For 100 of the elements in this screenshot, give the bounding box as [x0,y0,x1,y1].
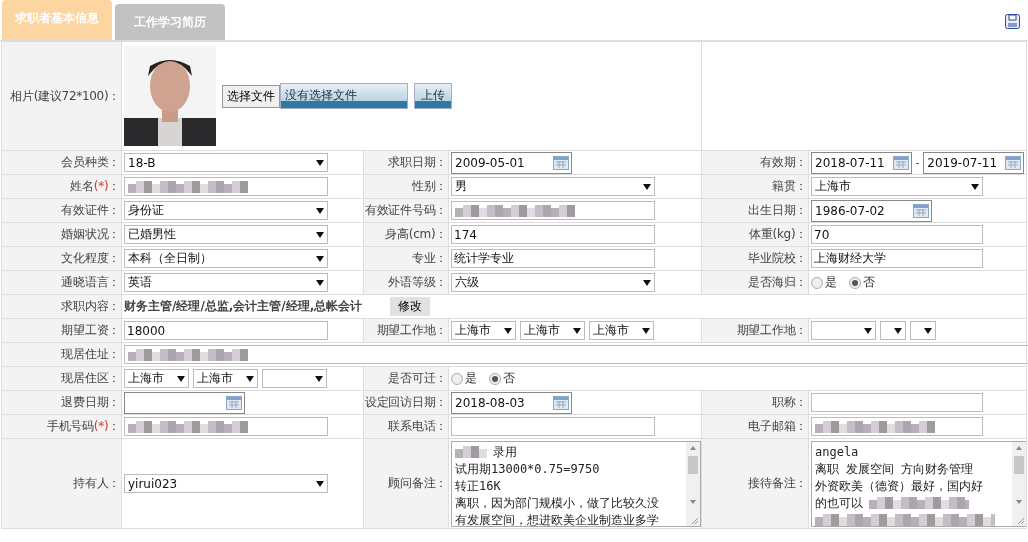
input-field[interactable] [124,417,328,436]
select-field[interactable]: 英语 [124,273,328,292]
select-field[interactable]: 六级 [451,273,655,292]
date-field[interactable] [124,391,245,414]
select-field[interactable]: 本科（全日制） [124,249,328,268]
caret-icon [924,327,932,334]
date-field[interactable]: 2009-05-01 [451,151,572,174]
field-label: 退费日期： [61,395,120,409]
field-label: 出生日期： [748,203,807,217]
caret-icon [643,279,651,286]
select-field[interactable] [262,369,327,388]
field-label: 手机号码(*)： [47,419,120,433]
select-field[interactable]: yirui023 [124,474,328,493]
field-label: 电子邮箱： [748,419,807,433]
scrollbar-drawing[interactable] [686,441,700,526]
caret-icon [246,375,254,382]
select-field[interactable]: 男 [451,177,655,196]
job-content-text: 财务主管/经理/总监,会计主管/经理,总帐会计 [124,298,363,315]
notes-textarea[interactable]: 录用 试用期13000*0.75=9750 转正16K 离职，因为部门规模小，做了比较久没 有发展空间，想进欧美企业制造业多学 [451,440,701,527]
select-field[interactable]: 上海市 [811,177,983,196]
note-line: 外资欧美（德资）最好，国内好 [815,477,983,495]
select-field[interactable] [811,321,876,340]
field-label: 是否可迁： [388,371,447,385]
caret-icon [642,327,650,334]
field-label: 相片(建议72*100)： [10,88,120,103]
edit-button[interactable]: 修改 [390,297,431,316]
field-label: 顾问备注： [388,476,447,490]
note-line: angela [815,443,859,461]
input-field[interactable] [451,201,655,220]
select-field[interactable]: 身份证 [124,201,328,220]
date-field[interactable]: 2018-07-11 [811,151,912,174]
note-line: 离职 发展空间 方向财务管理 [815,460,974,478]
caret-icon [643,183,651,190]
radio-option[interactable]: 是 [451,370,477,387]
note-line: 试用期13000*0.75=9750 [455,460,600,478]
caret-icon [573,327,581,334]
radio-option[interactable]: 是 [811,274,837,291]
input-field[interactable]: 18000 [124,321,328,340]
caret-icon [315,375,323,382]
date-field[interactable]: 2018-08-03 [451,391,572,414]
input-field[interactable]: 174 [451,225,655,244]
note-line: 转正16K [455,477,501,495]
input-field[interactable] [451,417,655,436]
upload-button[interactable]: 上传 [414,83,452,109]
field-label: 有效期： [760,155,807,169]
radio-icon[interactable] [811,276,823,289]
input-field[interactable] [124,345,1028,364]
date-field[interactable]: 1986-07-02 [811,199,932,222]
radio-icon[interactable] [849,276,861,289]
field-label: 籍贯： [771,179,807,193]
note-line: 有发展空间，想进欧美企业制造业多学 [455,511,659,526]
field-label: 期望工作地： [736,323,807,337]
range-separator: - [915,157,920,168]
select-field[interactable]: 18-B [124,153,328,172]
select-field[interactable]: 上海市 [451,321,516,340]
field-label: 姓名(*)： [70,179,120,193]
input-field[interactable] [124,177,328,196]
calendar-icon [913,203,929,218]
radio-icon[interactable] [489,372,501,385]
field-label: 性别： [411,179,447,193]
select-field[interactable]: 上海市 [520,321,585,340]
caret-icon [316,480,324,487]
radio-icon[interactable] [451,372,463,385]
input-field[interactable]: 统计学专业 [451,249,655,268]
select-field[interactable]: 已婚男性 [124,225,328,244]
radio-option[interactable]: 否 [489,370,515,387]
choose-file-button[interactable]: 选择文件 [222,84,280,108]
calendar-icon [553,395,569,410]
caret-icon [177,375,185,382]
input-field[interactable]: 上海财经大学 [811,249,983,268]
caret-icon [864,327,872,334]
input-field[interactable] [811,417,983,436]
input-field[interactable] [811,393,983,412]
note-line: 的也可以 [815,494,863,512]
radio-option[interactable]: 否 [849,274,875,291]
select-field[interactable] [880,321,906,340]
file-status: 没有选择文件 [280,83,408,109]
field-label: 婚姻状况： [61,227,120,241]
field-label: 联系电话： [388,419,447,433]
select-field[interactable]: 上海市 [589,321,654,340]
caret-icon [316,159,324,166]
field-label: 有效证件： [61,203,120,217]
field-label: 接待备注： [748,476,807,490]
notes-textarea[interactable]: angela 离职 发展空间 方向财务管理 外资欧美（德资）最好，国内好 的也可以 [811,440,1027,527]
select-field[interactable] [910,321,936,340]
calendar-icon [892,155,909,170]
field-label: 设定回访日期： [365,395,447,409]
select-field[interactable]: 上海市 [124,369,189,388]
save-icon[interactable] [1005,14,1020,29]
date-field[interactable]: 2019-07-11 [923,151,1024,174]
field-label: 职称： [771,395,807,409]
input-field[interactable]: 70 [811,225,983,244]
caret-icon [316,279,324,286]
calendar-icon [226,395,242,410]
scrollbar-drawing[interactable] [1012,441,1026,526]
select-field[interactable]: 上海市 [193,369,258,388]
field-label: 持有人： [73,476,120,490]
field-label: 身高(cm)： [385,227,447,241]
note-line: 录用 [493,443,517,461]
field-label: 文化程度： [61,251,120,265]
